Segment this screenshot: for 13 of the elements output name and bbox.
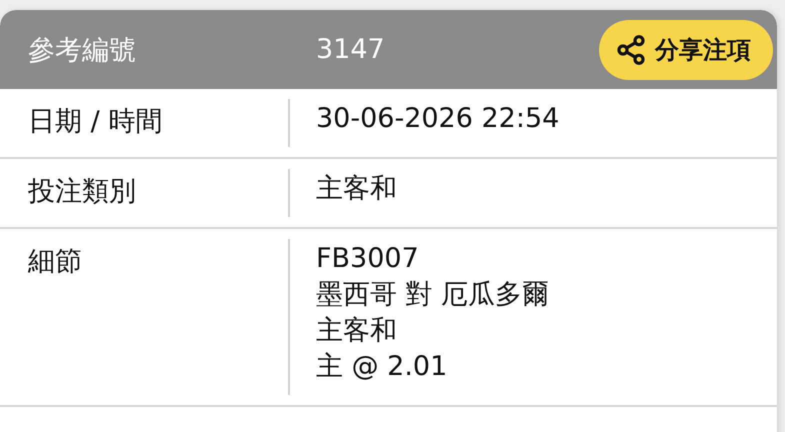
field-value: 主客和 (316, 314, 398, 348)
field-label: 日期 / 時間 (27, 105, 164, 139)
field-value: 墨西哥 對 厄瓜多爾 (316, 278, 550, 312)
field-value: 主 @ 2.01 (316, 350, 448, 384)
header-label: 參考編號 (28, 34, 137, 68)
field-value: 主客和 (316, 172, 398, 206)
share-button[interactable]: 分享注項 (599, 20, 773, 80)
header-value: 3147 (316, 34, 386, 65)
field-value: 30-06-2026 22:54 (316, 102, 560, 136)
field-label: 投注類別 (27, 175, 137, 209)
share-icon (615, 34, 647, 66)
field-value: FB3007 (316, 242, 420, 276)
field-label: 細節 (27, 245, 83, 279)
